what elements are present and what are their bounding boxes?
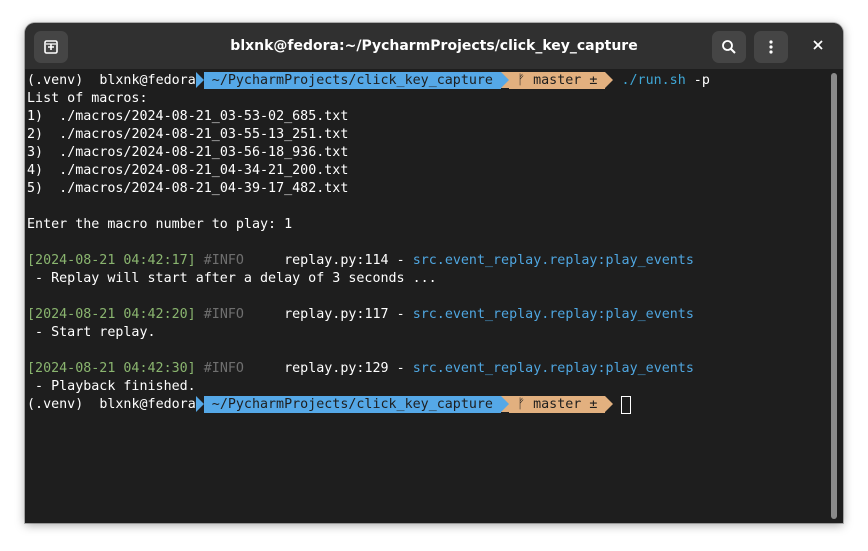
log-timestamp: [2024-08-21 04:42:30] xyxy=(27,361,196,376)
new-tab-button[interactable] xyxy=(34,31,68,63)
log-header: [2024-08-21 04:42:30] #INFO replay.py:12… xyxy=(27,361,694,376)
log-level: #INFO xyxy=(203,361,244,376)
macro-list-item: 4) ./macros/2024-08-21_04-34-21_200.txt xyxy=(27,163,349,178)
macro-list-item: 5) ./macros/2024-08-21_04-39-17_482.txt xyxy=(27,181,349,196)
log-level: #INFO xyxy=(203,253,244,268)
terminal-output[interactable]: (.venv) blxnk@fedora ~/PycharmProjects/c… xyxy=(25,69,843,523)
menu-button[interactable] xyxy=(754,31,788,63)
command-name: ./run.sh xyxy=(621,73,686,88)
powerline-separator xyxy=(605,72,614,88)
powerline-separator xyxy=(501,72,510,88)
macro-list-item: 3) ./macros/2024-08-21_03-56-18_936.txt xyxy=(27,145,349,160)
macro-list-item: 1) ./macros/2024-08-21_03-53-02_685.txt xyxy=(27,109,349,124)
log-message: - Replay will start after a delay of 3 s… xyxy=(27,271,437,286)
prompt-user: blxnk@fedora xyxy=(99,73,196,88)
prompt-git-branch: ᚠ master ± xyxy=(509,396,606,413)
venv-label: (.venv) xyxy=(27,73,84,88)
log-level: #INFO xyxy=(203,307,244,322)
macro-list-item: 2) ./macros/2024-08-21_03-55-13_251.txt xyxy=(27,127,349,142)
powerline-separator xyxy=(195,396,204,412)
log-header: [2024-08-21 04:42:17] #INFO replay.py:11… xyxy=(27,253,694,268)
log-timestamp: [2024-08-21 04:42:20] xyxy=(27,307,196,322)
window-title: blxnk@fedora:~/PycharmProjects/click_key… xyxy=(230,38,638,54)
log-message: - Playback finished. xyxy=(27,379,196,394)
venv-label: (.venv) xyxy=(27,397,84,412)
prompt-line: (.venv) blxnk@fedora ~/PycharmProjects/c… xyxy=(27,396,632,414)
log-location: replay.py:117 xyxy=(284,307,389,322)
terminal-window: blxnk@fedora:~/PycharmProjects/click_key… xyxy=(25,23,843,523)
log-module: src.event_replay.replay:play_events xyxy=(412,307,694,322)
log-message: - Start replay. xyxy=(27,325,156,340)
prompt-line: (.venv) blxnk@fedora ~/PycharmProjects/c… xyxy=(27,72,710,90)
macros-header: List of macros: xyxy=(27,91,148,106)
vertical-scrollbar[interactable] xyxy=(831,73,837,519)
powerline-separator xyxy=(195,72,204,88)
log-header: [2024-08-21 04:42:20] #INFO replay.py:11… xyxy=(27,307,694,322)
new-tab-icon xyxy=(43,39,59,55)
prompt-user: blxnk@fedora xyxy=(99,397,196,412)
prompt-path: ~/PycharmProjects/click_key_capture xyxy=(203,396,502,413)
prompt-path: ~/PycharmProjects/click_key_capture xyxy=(203,72,502,89)
macro-number-input-line: Enter the macro number to play: 1 xyxy=(27,217,293,232)
powerline-separator xyxy=(605,396,614,412)
log-timestamp: [2024-08-21 04:42:17] xyxy=(27,253,196,268)
command-args: -p xyxy=(693,73,710,88)
menu-kebab-icon xyxy=(763,39,779,55)
log-location: replay.py:129 xyxy=(284,361,389,376)
powerline-separator xyxy=(501,396,510,412)
title-bar: blxnk@fedora:~/PycharmProjects/click_key… xyxy=(25,23,843,70)
close-button[interactable] xyxy=(806,35,830,59)
close-icon xyxy=(812,38,824,56)
prompt-git-branch: ᚠ master ± xyxy=(509,72,606,89)
log-module: src.event_replay.replay:play_events xyxy=(412,253,694,268)
log-location: replay.py:114 xyxy=(284,253,389,268)
search-icon xyxy=(721,39,737,55)
search-button[interactable] xyxy=(712,31,746,63)
log-module: src.event_replay.replay:play_events xyxy=(412,361,694,376)
text-cursor xyxy=(621,396,632,414)
